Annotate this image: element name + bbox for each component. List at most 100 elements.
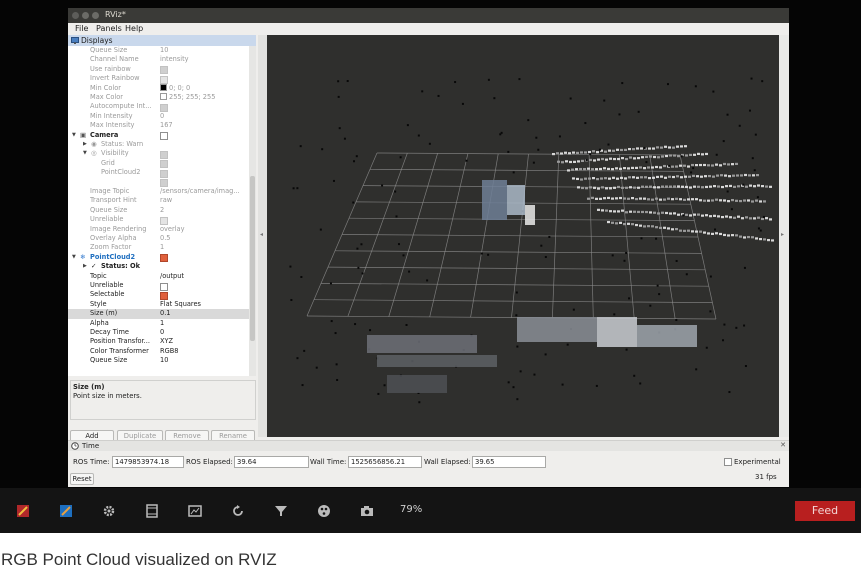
tree-row[interactable]: Topic/output [68,272,249,281]
collapse-right-icon[interactable]: ▸ [781,231,784,238]
displays-scrollbar-thumb[interactable] [250,176,255,341]
wall-elapsed-field[interactable]: 39.65 [472,456,546,468]
tree-row[interactable]: Image Topic/sensors/camera/imag... [68,187,249,196]
camera-icon[interactable] [360,504,374,518]
property-value[interactable]: 0; 0; 0 [160,83,190,93]
right-panel-splitter[interactable]: ▸ [779,35,789,437]
tree-row[interactable]: ▶ ✓ Status: Ok [68,262,249,271]
maximize-window-icon[interactable] [92,12,99,19]
wall-time-field[interactable]: 1525656856.21 [348,456,422,468]
displays-scrollbar[interactable] [249,46,256,376]
property-value[interactable]: XYZ [160,337,173,346]
tree-row[interactable]: Unreliable [68,281,249,291]
point-cloud-render[interactable] [267,35,779,437]
property-checkbox[interactable] [160,66,168,75]
property-checkbox[interactable] [160,282,168,291]
experimental-checkbox[interactable] [724,458,732,466]
tree-row[interactable]: Channel Name intensity [68,55,249,64]
tree-row[interactable]: Transport Hint raw [68,196,249,205]
property-value[interactable]: raw [160,196,172,205]
tree-row[interactable]: Decay Time 0 [68,328,249,337]
tree-row[interactable]: Zoom Factor 1 [68,243,249,252]
property-value[interactable]: 167 [160,121,173,130]
tree-row[interactable]: Min Color 0; 0; 0 [68,83,249,93]
property-value[interactable]: RGB8 [160,347,178,356]
tree-row[interactable]: ▼ ◎ Visibility [68,149,249,159]
feed-button[interactable]: Feed [795,501,855,521]
property-value[interactable]: 255; 255; 255 [160,93,215,102]
property-value[interactable]: Flat Squares [160,300,201,309]
tree-row[interactable]: Style Flat Squares [68,300,249,309]
property-checkbox[interactable] [160,160,168,169]
tree-row[interactable]: Alpha 1 [68,319,249,328]
property-value[interactable]: overlay [160,225,184,234]
tree-row[interactable]: Color Transformer RGB8 [68,347,249,356]
image-icon[interactable] [188,504,202,518]
property-checkbox[interactable] [160,132,168,141]
expand-down-icon[interactable]: ▼ [72,131,76,140]
tree-row[interactable]: Use rainbow [68,65,249,75]
palette-icon[interactable] [317,504,331,518]
property-value[interactable]: 0.1 [160,309,171,318]
tree-row[interactable]: Size (m) 0.1 [68,309,249,319]
tree-row[interactable]: Selectable [68,290,249,300]
close-panel-icon[interactable]: ✕ [780,441,786,449]
property-checkbox[interactable] [160,291,168,300]
tree-row[interactable] [68,178,249,188]
property-checkbox[interactable] [160,179,168,188]
reset-button[interactable]: Reset [70,473,94,485]
mark-icon[interactable] [16,504,30,518]
property-value[interactable]: 0.5 [160,234,171,243]
minimize-window-icon[interactable] [82,12,89,19]
property-value[interactable]: 1 [160,243,164,252]
tree-row[interactable]: Overlay Alpha 0.5 [68,234,249,243]
film-icon[interactable] [145,504,159,518]
property-value[interactable]: 10 [160,356,168,365]
expand-right-icon[interactable]: ▶ [83,262,87,271]
expand-down-icon[interactable]: ▼ [83,149,87,158]
property-value[interactable]: /output [160,272,184,281]
gear-icon[interactable] [102,504,116,518]
menu-help[interactable]: Help [125,24,143,33]
tree-row[interactable]: Position Transfor... XYZ [68,337,249,346]
tree-row[interactable]: Grid [68,159,249,169]
tree-row[interactable]: ▼ ❄ PointCloud2 [68,253,249,263]
property-checkbox[interactable] [160,216,168,225]
rotate-icon[interactable] [231,504,245,518]
property-checkbox[interactable] [160,169,168,178]
tree-row[interactable]: Min Intensity 0 [68,112,249,121]
expand-down-icon[interactable]: ▼ [72,253,76,262]
property-value[interactable]: 0 [160,112,164,121]
tree-row[interactable]: Queue Size 2 [68,206,249,215]
property-value[interactable]: 1 [160,319,164,328]
tree-row[interactable]: Image Rendering overlay [68,225,249,234]
cursor-icon[interactable] [59,504,73,518]
close-window-icon[interactable] [72,12,79,19]
panel-splitter[interactable]: ◂ [258,35,267,437]
tree-row[interactable]: Queue Size 10 [68,46,249,55]
property-checkbox[interactable] [160,150,168,159]
property-checkbox[interactable] [160,254,168,263]
tree-row[interactable]: Unreliable [68,215,249,225]
tree-row[interactable]: ▶ ◉ Status: Warn [68,140,249,149]
property-value[interactable]: /sensors/camera/imag... [160,187,240,196]
3d-view[interactable] [267,35,779,437]
tree-row[interactable]: Max Color 255; 255; 255 [68,93,249,102]
menu-file[interactable]: File [75,24,88,33]
property-checkbox[interactable] [160,75,168,84]
tree-row[interactable]: Queue Size 10 [68,356,249,365]
property-value[interactable]: 2 [160,206,164,215]
tree-row[interactable]: Invert Rainbow [68,74,249,84]
property-value[interactable]: 0 [160,328,164,337]
property-value[interactable]: 10 [160,46,168,55]
color-swatch[interactable] [160,83,167,91]
displays-tree[interactable]: Queue Size 10 Channel Name intensity Use rai… [68,46,249,376]
filter-icon[interactable] [274,504,288,518]
ros-time-field[interactable]: 1479853974.18 [112,456,184,468]
tree-row[interactable]: ▼ ▣ Camera [68,131,249,141]
expand-right-icon[interactable]: ▶ [83,140,87,149]
collapse-left-icon[interactable]: ◂ [260,231,263,238]
tree-row[interactable]: PointCloud2 [68,168,249,178]
tree-row[interactable]: Max Intensity 167 [68,121,249,130]
ros-elapsed-field[interactable]: 39.64 [234,456,309,468]
